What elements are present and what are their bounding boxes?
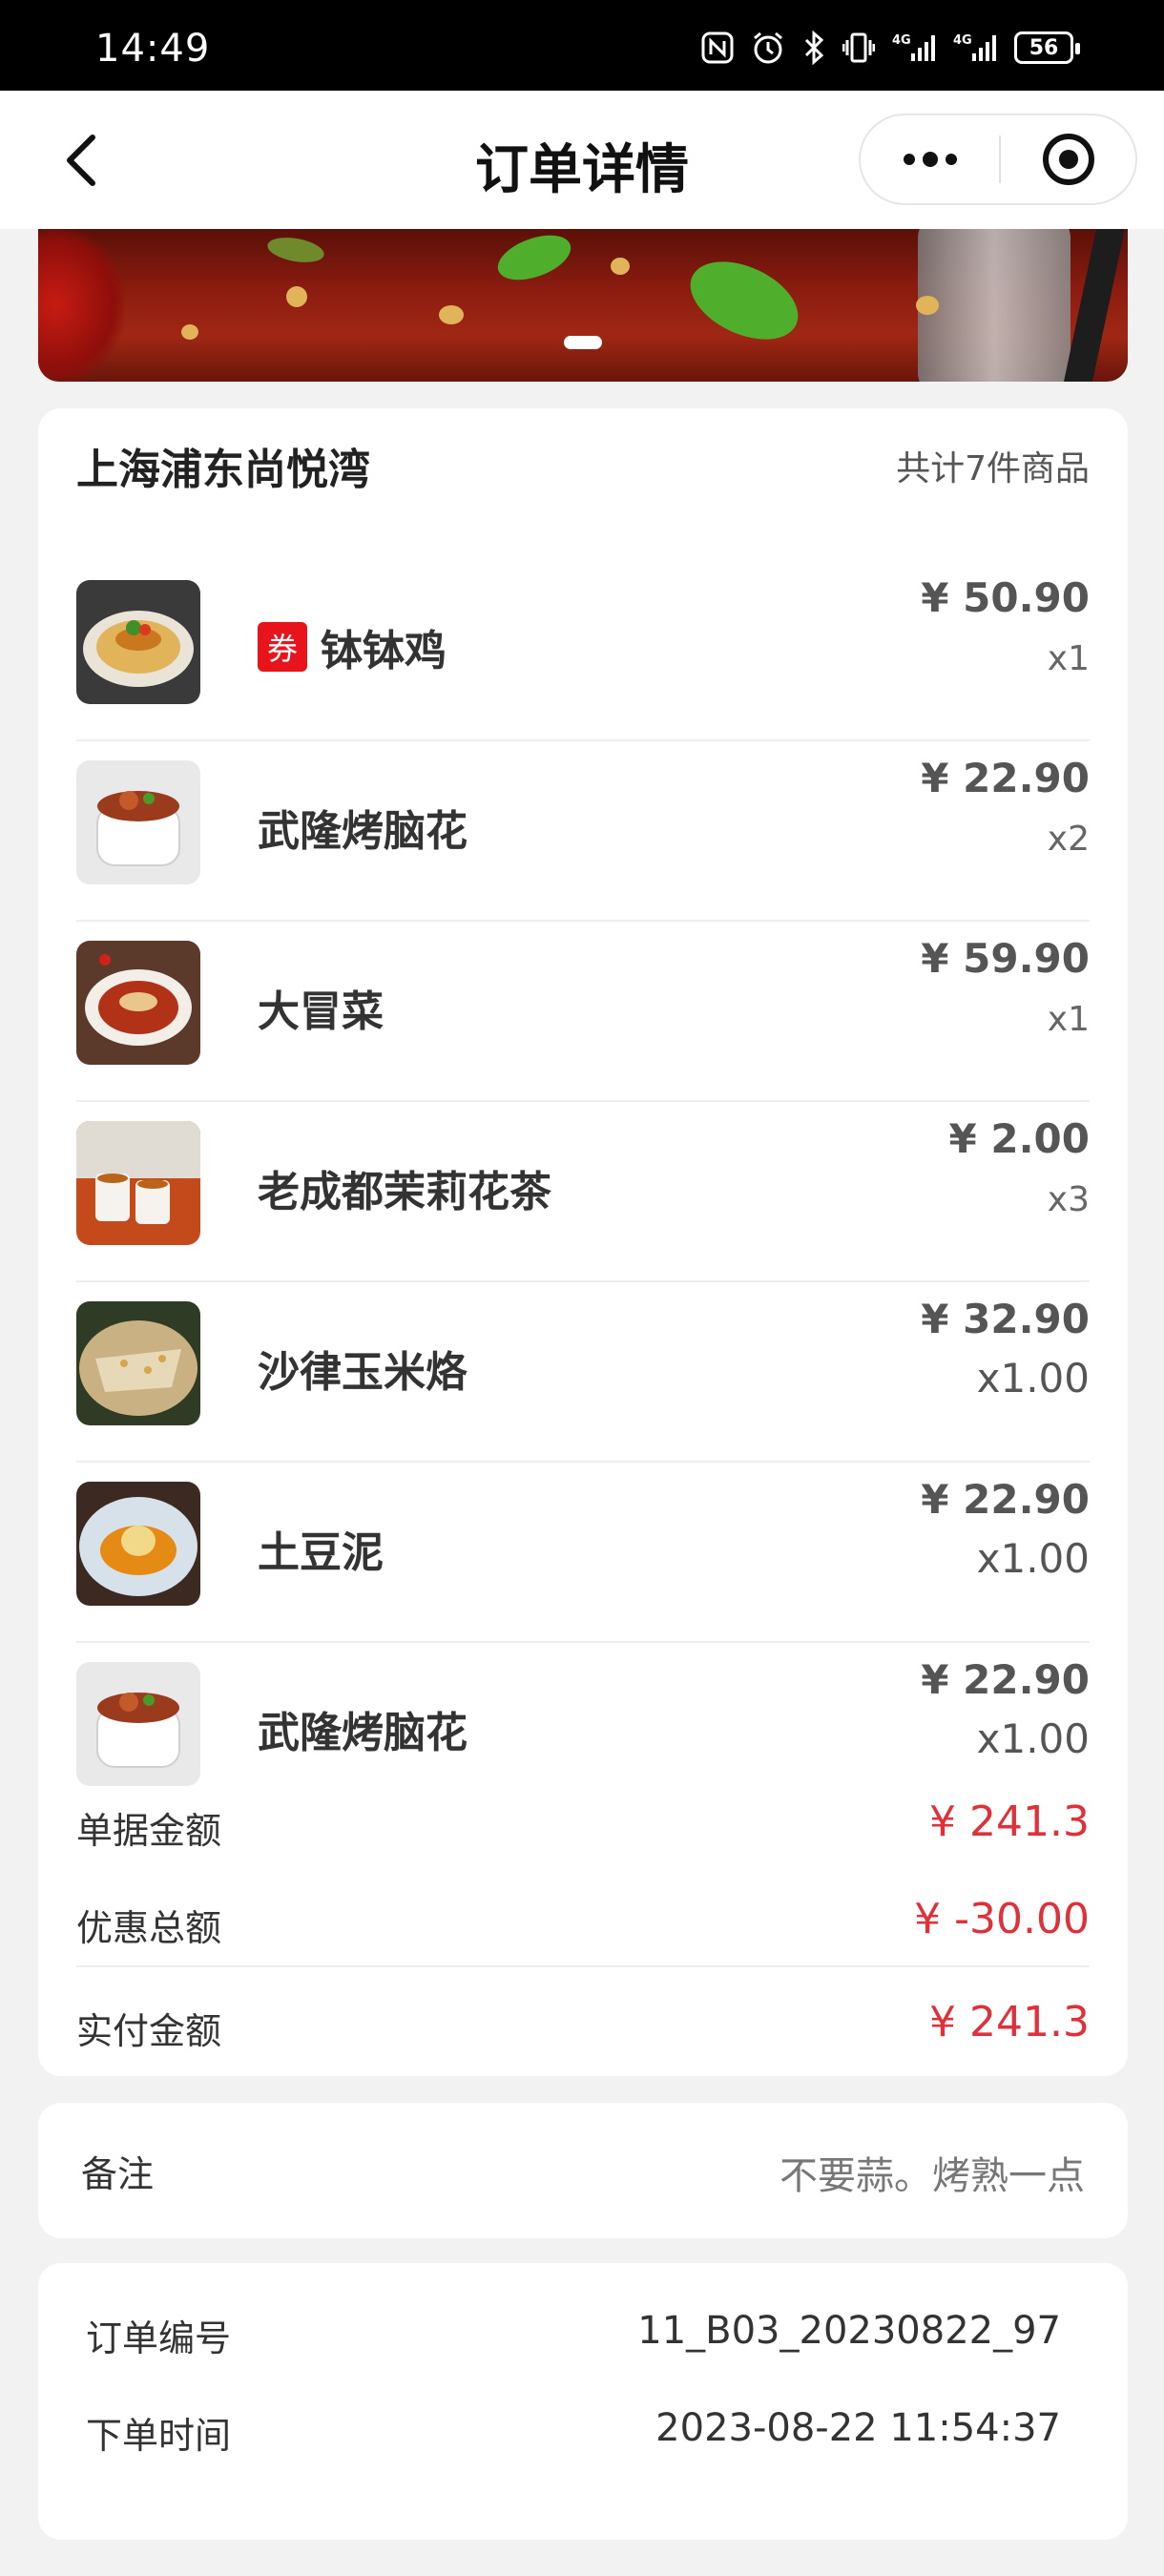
item-price: ¥ 22.90: [921, 1656, 1090, 1703]
target-circle-icon: [1042, 134, 1094, 185]
item-quantity: x1: [1047, 639, 1090, 678]
summary-row-bill-amount: 单据金额 ¥ 241.3: [76, 1773, 1090, 1870]
item-quantity: x1: [1047, 1000, 1090, 1039]
item-name: 武隆烤脑花: [258, 1698, 468, 1759]
banner-herb: [491, 229, 577, 289]
battery-level: 56: [1029, 35, 1059, 60]
status-icons: 4G 4G 56: [701, 29, 1080, 67]
status-time: 14:49: [95, 27, 211, 71]
item-thumbnail: [76, 1301, 200, 1425]
remark-card: 备注 不要蒜。烤熟一点: [38, 2103, 1128, 2238]
item-thumbnail: [76, 760, 200, 884]
nav-header: 订单详情: [0, 91, 1164, 229]
order-time-row: 下单时间 2023-08-22 11:54:37: [86, 2393, 1061, 2460]
item-price: ¥ 50.90: [921, 574, 1090, 621]
item-price: ¥ 32.90: [921, 1296, 1090, 1342]
banner-peanut: [611, 258, 630, 275]
banner-pepper: [38, 229, 124, 382]
order-item-row[interactable]: 武隆烤脑花 ¥ 22.90 x2: [76, 741, 1090, 922]
vibrate-icon: [842, 29, 875, 67]
banner-peanut: [181, 324, 198, 340]
item-name: 武隆烤脑花: [258, 797, 468, 858]
item-quantity: x1.00: [976, 1535, 1090, 1582]
order-item-row[interactable]: 老成都茉莉花茶 ¥ 2.00 x3: [76, 1102, 1090, 1282]
item-name: 土豆泥: [258, 1518, 384, 1579]
summary-value: ¥ 241.3: [929, 1998, 1090, 2046]
item-price: ¥ 22.90: [921, 755, 1090, 801]
item-thumbnail: [76, 1482, 200, 1606]
more-dots-icon: [903, 152, 957, 167]
item-count: 共计7件商品: [896, 449, 1090, 488]
order-item-row[interactable]: 券 钵钵鸡 ¥ 50.90 x1: [76, 561, 1090, 741]
banner-bowl: [918, 229, 1070, 382]
miniapp-capsule: [859, 114, 1137, 205]
item-quantity: x1.00: [976, 1355, 1090, 1402]
summary-value: ¥ 241.3: [929, 1797, 1090, 1846]
store-name: 上海浦东尚悦湾: [76, 446, 370, 494]
item-quantity: x3: [1047, 1180, 1090, 1219]
more-button[interactable]: [861, 115, 999, 203]
close-miniapp-button[interactable]: [1001, 115, 1135, 203]
item-name-text: 钵钵鸡: [321, 627, 447, 675]
order-number-value[interactable]: 11_B03_20230822_97: [637, 2309, 1061, 2353]
remark-label: 备注: [81, 2153, 155, 2195]
banner-peanut: [286, 286, 307, 307]
item-name-text: 沙律玉米烙: [258, 1348, 468, 1397]
summary-label: 单据金额: [76, 1810, 222, 1852]
order-number-label: 订单编号: [86, 2317, 232, 2359]
banner-peanut: [916, 296, 939, 315]
signal-4g-icon: 4G: [953, 29, 997, 67]
summary-label: 优惠总额: [76, 1907, 222, 1949]
order-item-row[interactable]: 土豆泥 ¥ 22.90 x1.00: [76, 1463, 1090, 1643]
item-thumbnail: [76, 941, 200, 1065]
summary-row-paid-amount: 实付金额 ¥ 241.3: [76, 1973, 1090, 2070]
order-number-row: 订单编号 11_B03_20230822_97: [86, 2296, 1061, 2362]
item-name: 沙律玉米烙: [258, 1338, 468, 1399]
banner-image[interactable]: [38, 229, 1128, 382]
order-time-label: 下单时间: [86, 2415, 232, 2457]
coupon-badge: 券: [258, 622, 307, 672]
summary-label: 实付金额: [76, 2010, 222, 2052]
order-time-value: 2023-08-22 11:54:37: [655, 2406, 1061, 2450]
item-price: ¥ 59.90: [921, 935, 1090, 982]
bluetooth-icon: [802, 29, 825, 67]
banner-peanut: [439, 305, 464, 324]
order-item-row[interactable]: 沙律玉米烙 ¥ 32.90 x1.00: [76, 1282, 1090, 1463]
order-card: 上海浦东尚悦湾 共计7件商品 券 钵钵鸡 ¥ 50.90 x1 武隆烤脑花 ¥ …: [38, 408, 1128, 2076]
item-thumbnail: [76, 1121, 200, 1245]
item-name-text: 土豆泥: [258, 1528, 384, 1577]
remark-value: 不要蒜。烤熟一点: [779, 2154, 1085, 2198]
item-quantity: x2: [1047, 820, 1090, 859]
alarm-icon: [751, 29, 785, 67]
nfc-icon: [701, 29, 734, 67]
order-item-row[interactable]: 大冒菜 ¥ 59.90 x1: [76, 922, 1090, 1102]
item-name-text: 老成都茉莉花茶: [258, 1168, 551, 1216]
item-price: ¥ 2.00: [948, 1115, 1090, 1162]
summary-row-discount: 优惠总额 ¥ -30.00: [76, 1870, 1090, 1967]
item-name: 券 钵钵鸡: [258, 616, 447, 677]
battery-icon: 56: [1014, 31, 1080, 64]
svg-text:4G: 4G: [892, 33, 911, 48]
item-name: 老成都茉莉花茶: [258, 1157, 551, 1218]
item-name-text: 武隆烤脑花: [258, 1709, 468, 1757]
summary-value: ¥ -30.00: [914, 1895, 1090, 1943]
svg-text:4G: 4G: [953, 33, 972, 48]
item-name-text: 大冒菜: [258, 987, 384, 1036]
item-quantity: x1.00: [976, 1715, 1090, 1762]
banner-herb: [677, 245, 811, 356]
order-info-card: 订单编号 11_B03_20230822_97 下单时间 2023-08-22 …: [38, 2263, 1128, 2540]
item-price: ¥ 22.90: [921, 1476, 1090, 1523]
carousel-indicator[interactable]: [564, 336, 602, 349]
item-thumbnail: [76, 580, 200, 704]
status-bar: 14:49 4G 4G 56: [0, 0, 1164, 91]
item-name-text: 武隆烤脑花: [258, 807, 468, 856]
signal-4g-icon: 4G: [892, 29, 936, 67]
item-name: 大冒菜: [258, 977, 384, 1038]
item-thumbnail: [76, 1662, 200, 1786]
banner-chopsticks: [1063, 229, 1126, 382]
banner-herb: [265, 233, 326, 267]
